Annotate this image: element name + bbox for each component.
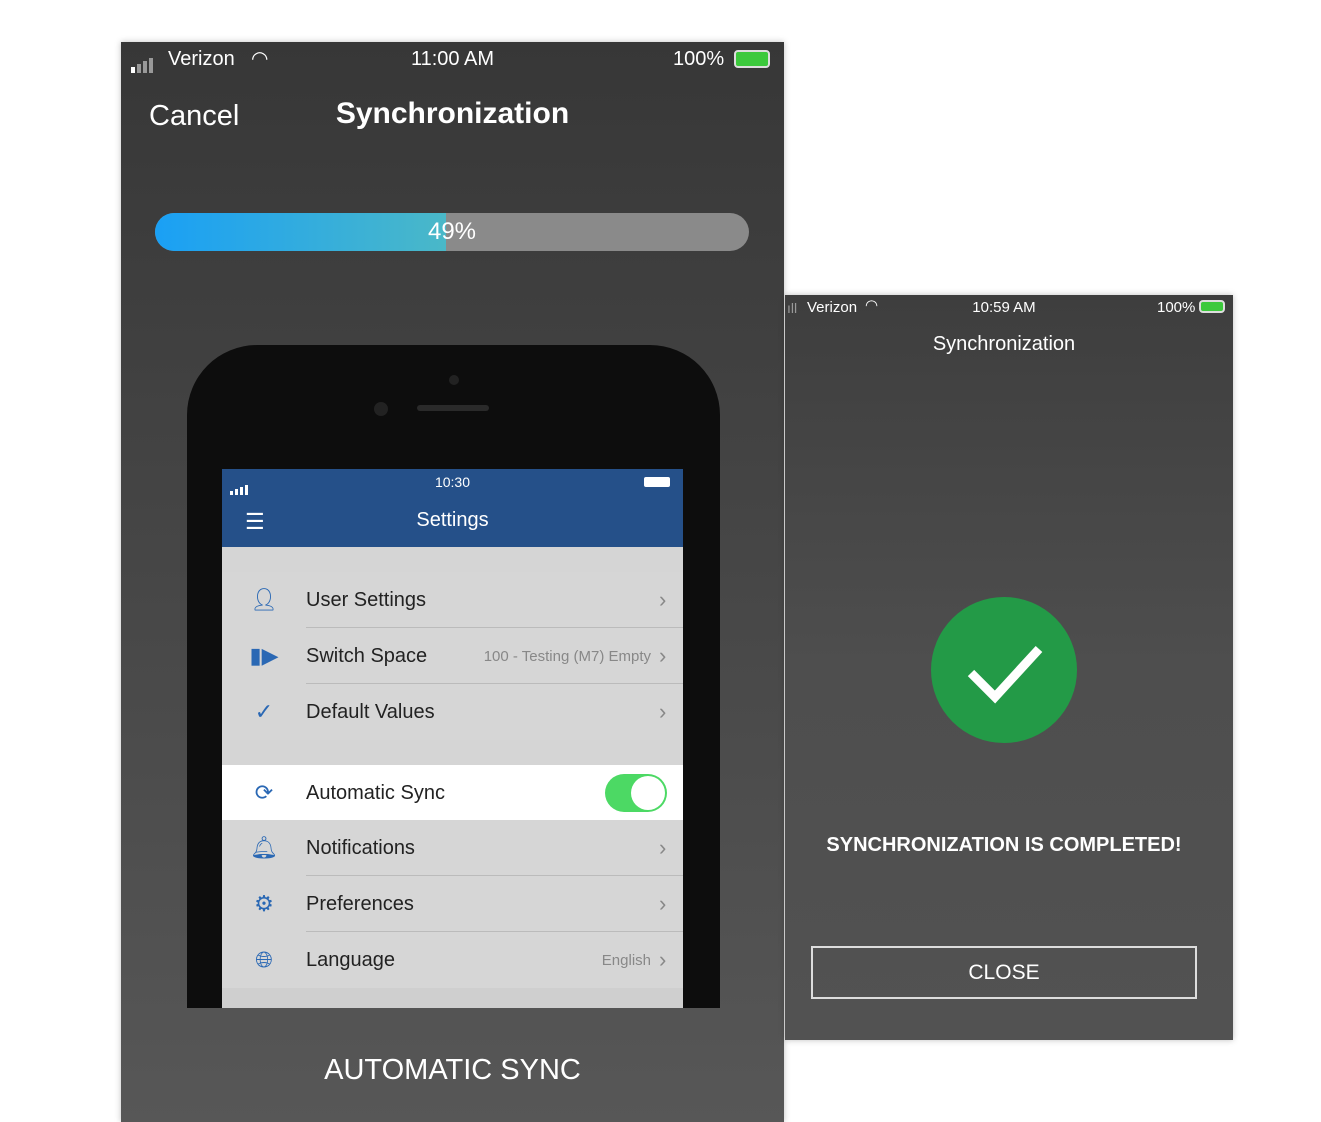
chevron-right-icon: ›	[659, 699, 667, 724]
row-label: Preferences	[306, 892, 414, 915]
chevron-right-icon: ›	[659, 587, 667, 612]
row-label: User Settings	[306, 588, 427, 611]
settings-row: 🔔︎ Notifications ›	[222, 820, 683, 876]
settings-row: ▮▶ Switch Space 100 - Testing (M7) Empty ›	[222, 628, 683, 684]
page-title: Synchronization	[932, 333, 1076, 355]
auto-sync-toggle	[605, 774, 667, 812]
check-icon: ✓	[254, 699, 274, 724]
chevron-right-icon: ›	[659, 643, 667, 668]
sync-progress-screen: Verizon ◠ 11:00 AM 100% Cancel Synchroni…	[121, 42, 784, 1122]
row-value: English	[601, 951, 651, 969]
row-label: Automatic Sync	[306, 781, 445, 804]
row-label: Notifications	[306, 836, 415, 859]
chevron-right-icon: ›	[659, 947, 667, 972]
sync-icon: ⟳	[254, 780, 274, 805]
battery-charging-icon	[734, 50, 770, 68]
switch-space-icon: ▮▶	[249, 643, 279, 668]
feature-caption: AUTOMATIC SYNC	[324, 1054, 581, 1086]
success-check-icon	[931, 597, 1077, 743]
row-value: 100 - Testing (M7) Empty	[483, 647, 651, 665]
settings-row: ⟳ Automatic Sync	[222, 765, 683, 821]
inner-title: Settings	[416, 509, 489, 531]
progress-label: 49%	[427, 218, 477, 245]
sync-progress-bar: 49%	[155, 213, 749, 251]
settings-row: 👤︎ User Settings ›	[222, 572, 683, 628]
chevron-right-icon: ›	[659, 835, 667, 860]
battery-percent: 100%	[1157, 299, 1196, 316]
completion-message: SYNCHRONIZATION IS COMPLETED!	[826, 834, 1182, 856]
gear-icon: ⚙	[254, 891, 274, 916]
row-label: Default Values	[306, 700, 435, 723]
row-label: Language	[306, 948, 395, 971]
bell-icon: 🔔︎	[250, 835, 278, 860]
settings-row: 🌐︎ Language English ›	[222, 932, 683, 988]
user-icon: 👤︎	[250, 587, 278, 612]
close-button[interactable]: CLOSE	[811, 946, 1197, 999]
battery-percent: 100%	[673, 48, 725, 70]
settings-row: ⚙ Preferences ›	[222, 876, 683, 932]
inner-status-time: 10:30	[434, 474, 471, 490]
globe-icon: 🌐︎	[255, 947, 273, 972]
settings-screen-illustration: 10:30 ☰ Settings 👤︎ User Settings › ▮▶ Switc…	[222, 469, 683, 1008]
sync-complete-screen: ıll Verizon ◠ 10:59 AM 100% Synchronizat…	[785, 295, 1233, 1040]
battery-charging-icon	[1199, 300, 1225, 313]
chevron-right-icon: ›	[659, 891, 667, 916]
row-label: Switch Space	[306, 644, 428, 667]
settings-row: ✓ Default Values ›	[222, 684, 683, 740]
page-title: Synchronization	[335, 97, 570, 130]
battery-icon	[644, 477, 670, 487]
